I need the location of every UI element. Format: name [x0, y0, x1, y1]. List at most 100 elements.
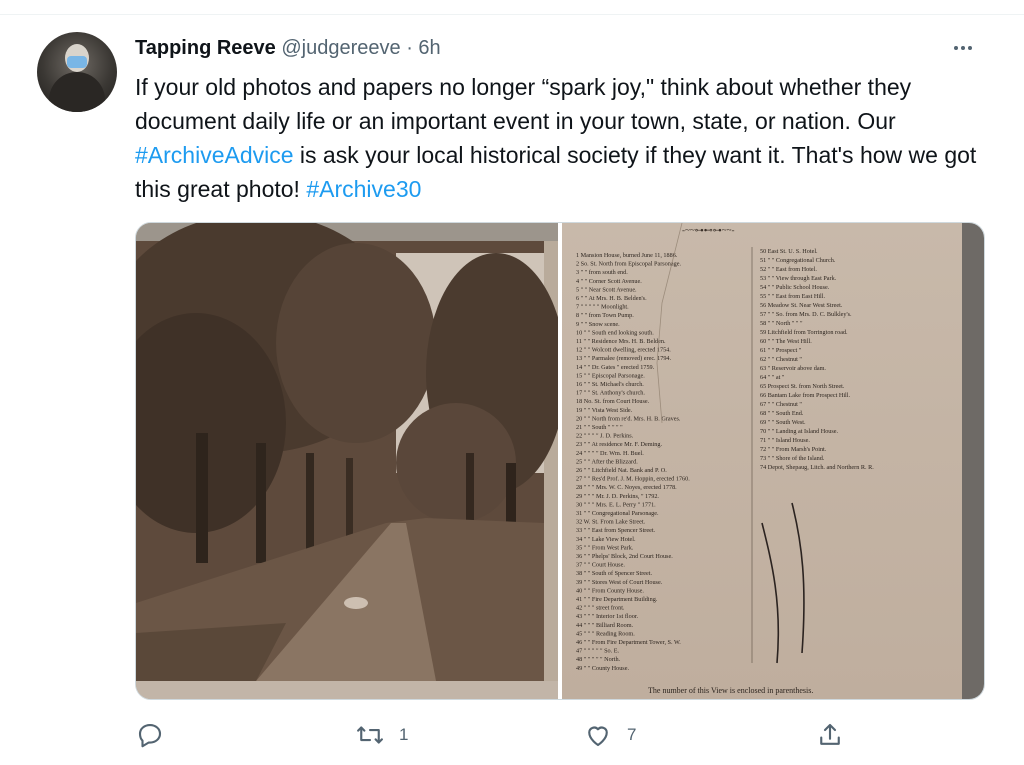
more-horizontal-icon[interactable] — [951, 36, 981, 60]
share-button[interactable] — [815, 715, 845, 755]
card-list-line: 10 " " South end looking south. — [576, 329, 654, 336]
card-list-line: 63 " Reservoir above dam. — [760, 365, 826, 372]
card-list-line: 73 " " Shore of the Island. — [760, 455, 825, 462]
card-list-line: 48 " " " " " North. — [576, 656, 621, 663]
card-list-line: 16 " " St. Michael's church. — [576, 381, 644, 388]
card-list-line: 56 Meadow St. Near West Street. — [760, 302, 843, 309]
reply-button[interactable] — [135, 715, 179, 755]
card-list-line: 39 " " Stores West of Court House. — [576, 579, 663, 586]
card-list-line: 67 " " Chestnut " — [760, 401, 802, 408]
card-list-line: 50 East St. U. S. Hotel. — [760, 248, 818, 255]
card-list-line: 11 " " Residence Mrs. H. B. Belden. — [576, 338, 666, 345]
card-list-line: 9 " " Snow scene. — [576, 321, 620, 328]
hashtag-archive30[interactable]: #Archive30 — [306, 176, 421, 202]
card-list-line: 27 " " Res'd Prof. J. M. Hoppin, erected… — [576, 476, 690, 483]
card-list-line: 26 " " Litchfield Nat. Bank and P. O. — [576, 467, 667, 474]
card-list-line: 28 " " " Mrs. W. C. Noyes, erected 1778. — [576, 484, 677, 491]
card-list-line: 33 " " East from Spencer Street. — [576, 527, 656, 534]
card-list-line: 38 " " South of Spencer Street. — [576, 570, 652, 577]
card-list-line: 14 " " Dr. Gates " erected 1759. — [576, 364, 655, 371]
card-list-line: 59 Litchfield from Torrington road. — [760, 329, 848, 336]
card-list-line: 21 " " South " " " " — [576, 424, 623, 431]
card-list-line: 74 Depot, Shepaug, Litch. and Northern R… — [760, 464, 874, 471]
card-list-column-2: 50 East St. U. S. Hotel. 51 " " Congregat… — [760, 248, 874, 471]
card-list-line: 53 " " View through East Park. — [760, 275, 837, 282]
tweet-header: Tapping Reeve @judgereeve · 6h — [135, 36, 441, 60]
card-list-line: 52 " " East from Hotel. — [760, 266, 817, 273]
card-list-line: 25 " " After the Blizzard. — [576, 458, 638, 465]
retweet-icon — [357, 726, 383, 744]
card-list-line: 68 " " South End. — [760, 410, 804, 417]
retweet-count: 1 — [399, 725, 409, 744]
tweet-text: If your old photos and papers no longer … — [135, 70, 995, 206]
avatar-face-mask — [67, 56, 87, 68]
card-list-line: 46 " " From Fire Department Tower, S. W. — [576, 639, 681, 646]
tweet-actions: 1 7 — [135, 715, 983, 755]
retweet-button[interactable]: 1 — [355, 715, 408, 755]
card-list-line: 15 " " Episcopal Parsonage. — [576, 372, 645, 379]
card-footer-note: The number of this View is enclosed in p… — [648, 686, 813, 695]
card-list-line: 29 " " " Mr. J. D. Perkins, " 1792. — [576, 493, 659, 500]
avatar[interactable] — [37, 32, 117, 112]
card-list-line: 30 " " " Mrs. E. L. Perry " 1771. — [576, 501, 656, 508]
card-list-line: 19 " " Vista West Side. — [576, 407, 633, 414]
author-name[interactable]: Tapping Reeve — [135, 37, 276, 59]
card-list-line: 69 " " South West. — [760, 419, 806, 426]
like-button[interactable]: 7 — [583, 715, 636, 755]
card-list-line: 23 " " At residence Mr. F. Deming. — [576, 441, 662, 448]
card-list-line: 2 So. St. North from Episcopal Parsonage… — [576, 261, 681, 268]
card-list-line: 54 " " Public School House. — [760, 284, 830, 291]
card-list-column-1: 1 Mansion House, burned June 11, 1886. 2 … — [576, 252, 690, 672]
card-list-line: 31 " " Congregational Parsonage. — [576, 510, 659, 517]
tweet-timestamp[interactable]: 6h — [418, 37, 440, 59]
photo-card-back-list[interactable]: -~~⊶⊷⊶~~- 1 Mansion House, burned June 1… — [562, 223, 984, 699]
card-list-line: 40 " " From County House. — [576, 587, 644, 594]
card-list-line: 35 " " From West Park. — [576, 544, 634, 551]
reply-icon — [138, 723, 162, 748]
card-list-line: 62 " " Chestnut " — [760, 356, 802, 363]
heart-icon — [588, 726, 608, 747]
author-handle[interactable]: @judgereeve — [281, 37, 400, 59]
card-list-line: 44 " " " Billiard Room. — [576, 622, 634, 629]
card-list-line: 3 " " from south end. — [576, 269, 628, 276]
card-list-line: 18 No. St. from Court House. — [576, 398, 650, 405]
card-list-line: 64 " " at " — [760, 374, 785, 381]
card-list-line: 17 " " St. Anthony's church. — [576, 390, 645, 397]
card-list-line: 58 " " North " " " — [760, 320, 803, 327]
card-list-line: 70 " " Landing at Island House. — [760, 428, 839, 435]
card-list-line: 51 " " Congregational Church. — [760, 257, 836, 264]
card-list-line: 72 " " From Marsh's Point. — [760, 446, 827, 453]
card-list-line: 12 " " Wolcott dwelling, erected 1754. — [576, 347, 671, 354]
card-list-line: 32 W. St. From Lake Street. — [576, 519, 646, 526]
card-list-line: 42 " " " street front. — [576, 605, 625, 612]
card-list-line: 43 " " " Interior 1st floor. — [576, 613, 639, 620]
card-list-line: 34 " " Lake View Hotel. — [576, 536, 636, 543]
card-list-line: 55 " " East from East Hill. — [760, 293, 825, 300]
share-icon — [820, 723, 840, 745]
avatar-figure-body — [49, 72, 105, 112]
card-list-line: 24 " " " " Dr. Wm. H. Buel. — [576, 450, 644, 457]
card-list-line: 60 " " The West Hill. — [760, 338, 812, 345]
card-list-line: 71 " " Island House. — [760, 437, 810, 444]
card-list-line: 8 " " from Town Pump. — [576, 312, 634, 319]
hashtag-archive-advice[interactable]: #ArchiveAdvice — [135, 142, 294, 168]
card-list-line: 4 " " Corner Scott Avenue. — [576, 278, 642, 285]
card-list-line: 47 " " " " " So. E. — [576, 648, 620, 655]
header-separator: · — [406, 37, 413, 59]
card-list-line: 36 " " Phelps' Block, 2nd Court House. — [576, 553, 673, 560]
card-list-line: 37 " " Court House. — [576, 562, 625, 569]
card-list-line: 61 " " Prospect " — [760, 347, 802, 354]
tweet-media[interactable]: -~~⊶⊷⊶~~- 1 Mansion House, burned June 1… — [135, 222, 985, 700]
card-list-line: 57 " " So. from Mrs. D. C. Bulkley's. — [760, 311, 852, 318]
card-printed-list: -~~⊶⊷⊶~~- 1 Mansion House, burned June 1… — [576, 223, 874, 695]
svg-text:-~~⊶⊷⊶~~-: -~~⊶⊷⊶~~- — [682, 225, 734, 235]
photo-tree-lined-street[interactable] — [136, 223, 566, 699]
card-list-line: 6 " " At Mrs. H. B. Belden's. — [576, 295, 647, 302]
top-divider — [0, 14, 1024, 15]
card-list-line: 22 " " " " J. D. Perkins. — [576, 433, 634, 440]
card-list-line: 66 Bantam Lake from Prospect Hill. — [760, 392, 850, 399]
card-list-line: 65 Prospect St. from North Street. — [760, 383, 845, 390]
card-list-line: 7 " " " " " Moonlight. — [576, 304, 629, 311]
card-list-line: 45 " " " Reading Room. — [576, 630, 635, 637]
like-count: 7 — [627, 725, 637, 744]
